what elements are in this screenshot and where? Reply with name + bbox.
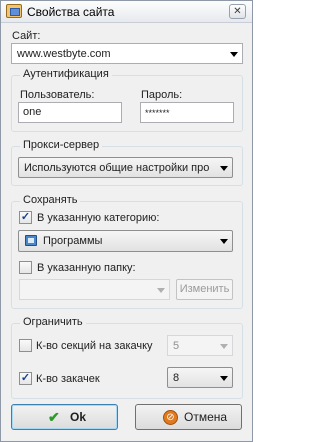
cancel-button[interactable]: ⊘ Отмена [135,404,242,430]
user-label: Пользователь: [20,89,95,101]
ok-button[interactable]: ✔ Ok [11,404,118,430]
proxy-value: Используются общие настройки про [24,162,210,174]
chevron-down-icon[interactable] [220,344,228,349]
folder-combo[interactable] [19,279,170,300]
site-value: www.westbyte.com [17,48,111,60]
sections-label: К-во секций на закачку [36,340,153,352]
limit-group-title: Ограничить [20,316,86,328]
category-checkbox[interactable]: ✓ [19,211,32,224]
user-field[interactable]: one [18,102,122,123]
category-combo[interactable]: Программы [18,230,233,252]
ok-label: Ok [70,410,87,424]
password-label: Пароль: [141,89,183,101]
sections-combo[interactable]: 5 [167,335,233,356]
folder-checkbox[interactable] [19,261,32,274]
category-label: В указанную категорию: [37,212,160,224]
chevron-down-icon[interactable] [220,166,228,171]
title-bar: Свойства сайта ✕ [1,1,252,23]
sections-value: 5 [173,340,180,352]
checkmark-icon: ✔ [48,409,60,425]
proxy-group-title: Прокси-сервер [20,139,103,151]
checkmark-icon: ✓ [20,211,31,223]
password-value: ******* [145,108,170,118]
site-label: Сайт: [12,30,41,42]
app-icon [6,4,22,18]
change-folder-button[interactable]: Изменить [176,279,233,300]
cancel-label: Отмена [184,410,228,424]
downloads-combo[interactable]: 8 [167,367,233,388]
chevron-down-icon[interactable] [220,376,228,381]
site-combo[interactable]: www.westbyte.com [11,43,243,64]
sections-checkbox[interactable] [19,339,32,352]
downloads-checkbox[interactable]: ✓ [19,372,32,385]
proxy-combo[interactable]: Используются общие настройки про [18,157,233,178]
downloads-value: 8 [173,372,180,384]
downloads-label: К-во закачек [36,373,100,385]
window-title: Свойства сайта [27,5,115,19]
cancel-icon: ⊘ [163,410,178,425]
checkmark-icon: ✓ [20,372,31,384]
close-button[interactable]: ✕ [229,4,246,19]
category-icon [25,235,37,246]
chevron-down-icon[interactable] [220,239,228,244]
category-value: Программы [43,235,103,247]
folder-label: В указанную папку: [37,262,136,274]
site-properties-dialog: Свойства сайта ✕ Сайт: www.westbyte.com … [0,0,253,442]
chevron-down-icon[interactable] [230,52,238,57]
save-group-title: Сохранять [20,194,81,206]
password-field[interactable]: ******* [140,102,234,123]
user-value: one [23,106,42,118]
chevron-down-icon[interactable] [157,288,165,293]
auth-group-title: Аутентификация [20,68,112,80]
